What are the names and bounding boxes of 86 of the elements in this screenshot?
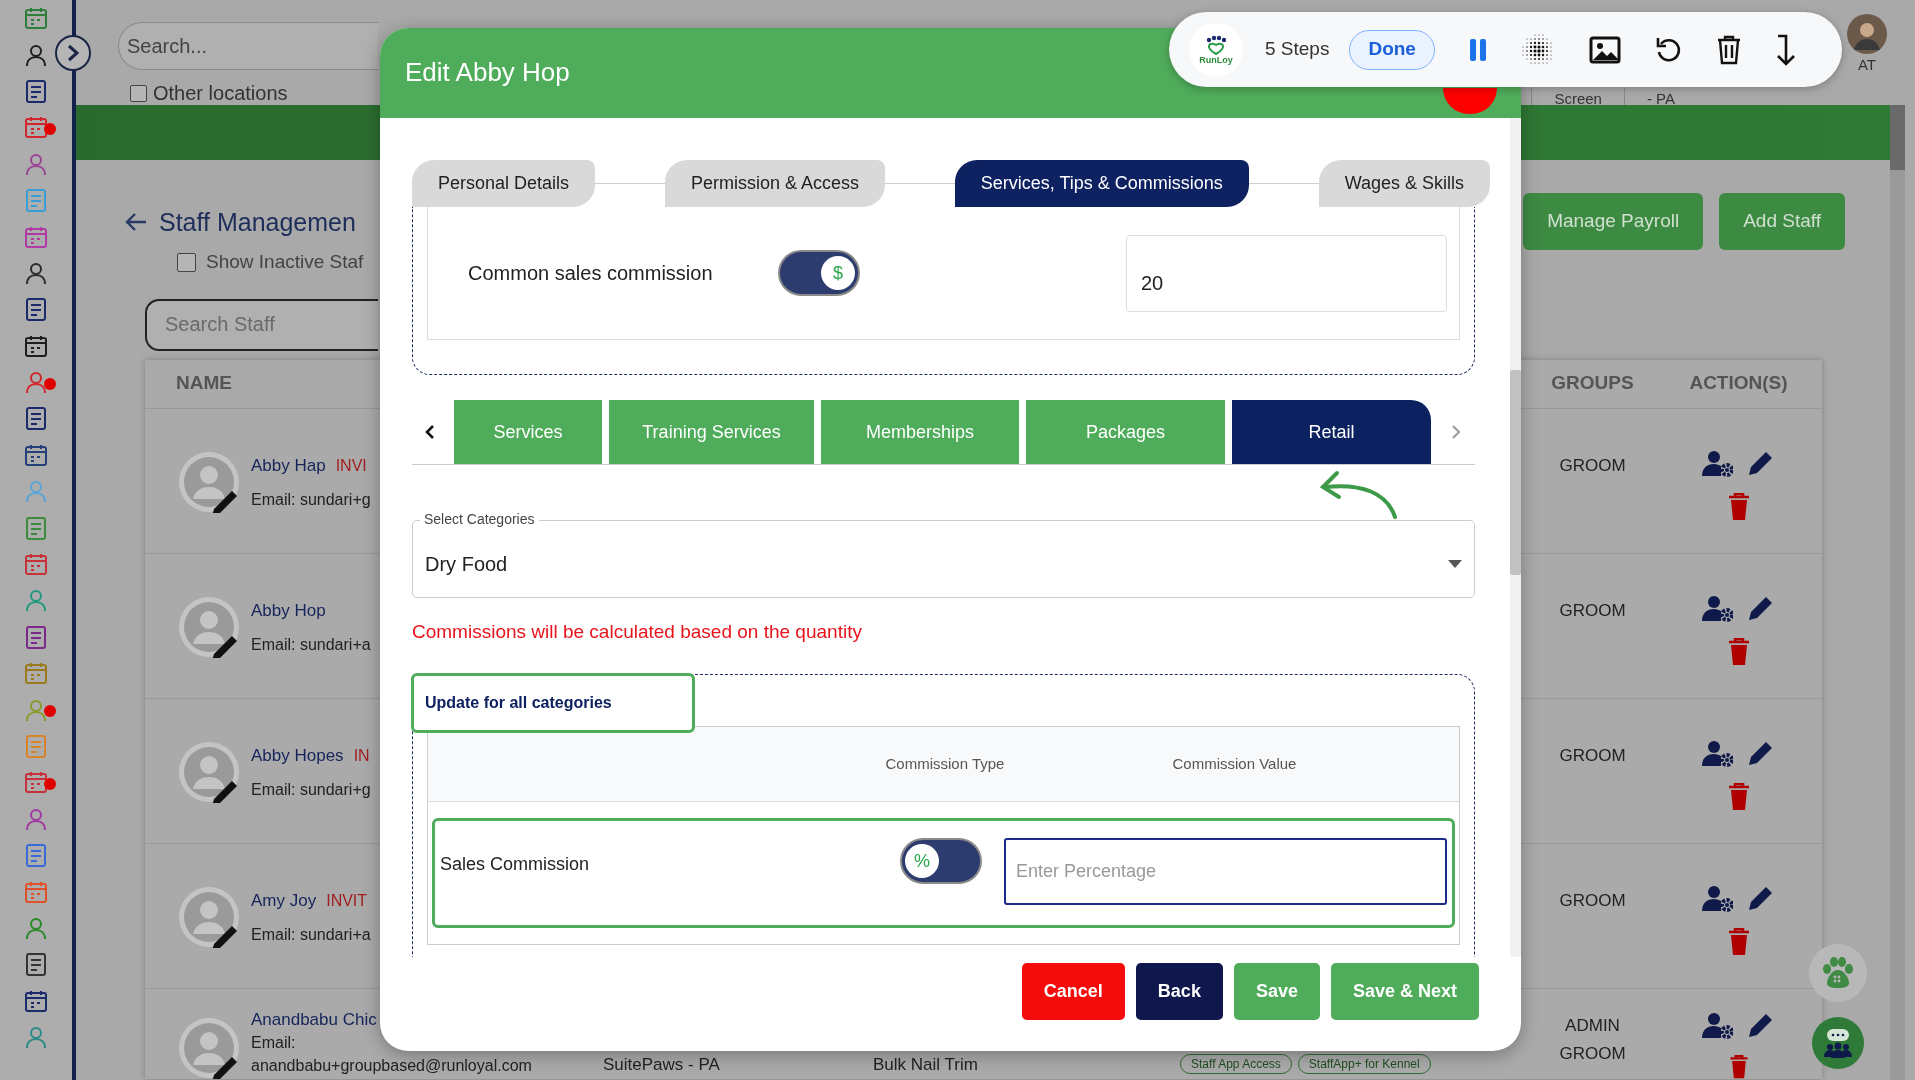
chat-group-icon [1821,1027,1855,1059]
search-field[interactable]: Search... [118,22,378,70]
chat-button[interactable] [1812,1017,1864,1069]
toggle-switch[interactable]: % [900,838,982,884]
select-value: Dry Food [425,552,508,577]
column-header: Commission Value [1171,753,1298,774]
status-label: INVIT [326,890,368,911]
field-label: Common sales commission [468,261,714,286]
location-text: SuitePaws - PA [603,1054,720,1074]
column-header: Commission Type [884,753,1006,774]
toggle-switch[interactable]: $ [778,250,860,296]
email-text: Email: sundari+g [251,779,371,800]
tab[interactable]: Personal Details [412,160,596,207]
avatar-edit-icon[interactable] [178,595,240,658]
avatar-edit-icon[interactable] [178,740,240,803]
tab[interactable]: Permission & Access [664,160,885,207]
checkbox[interactable] [130,84,147,102]
user-initials: AT [1857,55,1877,75]
category-tab[interactable]: Retail [1232,400,1431,464]
user-settings-icon[interactable] [1702,1010,1733,1039]
avatar-edit-icon[interactable] [178,885,240,948]
service-text: Bulk Nail Trim [873,1054,978,1074]
section-label: Update for all categories [411,673,695,733]
avatar-edit-icon[interactable] [178,450,240,513]
dialog-title: Edit Abby Hop [405,57,570,89]
group-text: GROOM [1559,454,1626,477]
checkbox-label: Show Inactive Staf [206,250,364,274]
dialog-button[interactable]: Back [1135,963,1223,1020]
scrollbar[interactable] [1510,118,1521,957]
group-text: GROOM [1559,889,1626,912]
column-header: GROUPS [1551,371,1634,396]
user-settings-icon[interactable] [1702,738,1733,767]
group-text: GROOM [1559,744,1626,767]
checkbox[interactable] [177,252,196,272]
row-label: Sales Commission [439,853,591,876]
email-label: Email: [251,1032,297,1053]
checkbox-label: Other locations [153,81,288,106]
email-text: Email: sundari+g [251,489,371,510]
commission-input[interactable]: 20 [1126,234,1447,312]
email-text: anandbabu+groupbased@runloyal.com [251,1055,532,1076]
done-button[interactable]: Done [1349,29,1435,70]
staff-name[interactable]: Abby Hap [251,453,326,478]
pause-icon[interactable] [1468,37,1487,62]
percentage-input[interactable]: Enter Percentage [1004,838,1447,905]
page-button[interactable]: Manage Payroll [1523,193,1704,250]
info-message: Commissions will be calculated based on the quantity [412,620,863,644]
group-text: GROOM [1559,599,1626,622]
app-icon[interactable] [23,623,49,650]
staff-name[interactable]: Abby Hopes [251,743,344,768]
user-settings-icon[interactable] [1702,593,1733,622]
staff-name[interactable]: Anandbabu Chic [251,1007,377,1031]
step-count: 5 Steps [1265,37,1330,62]
image-icon[interactable] [1588,35,1621,64]
status-label: INVI [335,455,367,476]
trash-icon[interactable] [1716,34,1741,65]
app-icon[interactable] [23,77,49,104]
page-title: Staff Managemen [159,206,356,237]
expand-button[interactable] [55,35,91,71]
app-icon[interactable] [23,405,49,432]
status-label: IN [353,745,370,766]
app-icon[interactable] [23,296,49,323]
back-arrow-icon[interactable] [125,211,147,232]
app-icon[interactable] [23,951,49,978]
avatar-icon[interactable] [1847,14,1887,54]
search-field[interactable]: Search Staff [145,298,378,351]
user-settings-icon[interactable] [1702,883,1733,912]
caret-icon [1448,560,1462,568]
chevron-right-icon [66,44,80,62]
column-header: ACTION(S) [1689,371,1788,396]
arrow-down-icon[interactable] [1774,33,1797,66]
logo: RunLoy [1189,22,1243,77]
undo-icon[interactable] [1654,35,1683,64]
tab[interactable]: Services, Tips & Commissions [954,160,1249,207]
scrollbar[interactable] [1890,105,1905,1080]
column-header: NAME [176,371,232,396]
staff-name[interactable]: Amy Joy [251,888,317,913]
tab[interactable]: Wages & Skills [1318,160,1490,207]
group-text: GROOM [1559,1042,1626,1065]
email-text: Email: sundari+a [251,634,371,655]
dialog-button[interactable]: Cancel [1021,963,1125,1020]
group-text: ADMIN [1565,1014,1620,1037]
staff-name[interactable]: Abby Hop [251,598,326,623]
user-settings-icon[interactable] [1702,448,1733,477]
avatar-edit-icon[interactable] [178,1016,240,1079]
email-text: Email: sundari+a [251,924,371,945]
paw-icon [1821,957,1855,989]
